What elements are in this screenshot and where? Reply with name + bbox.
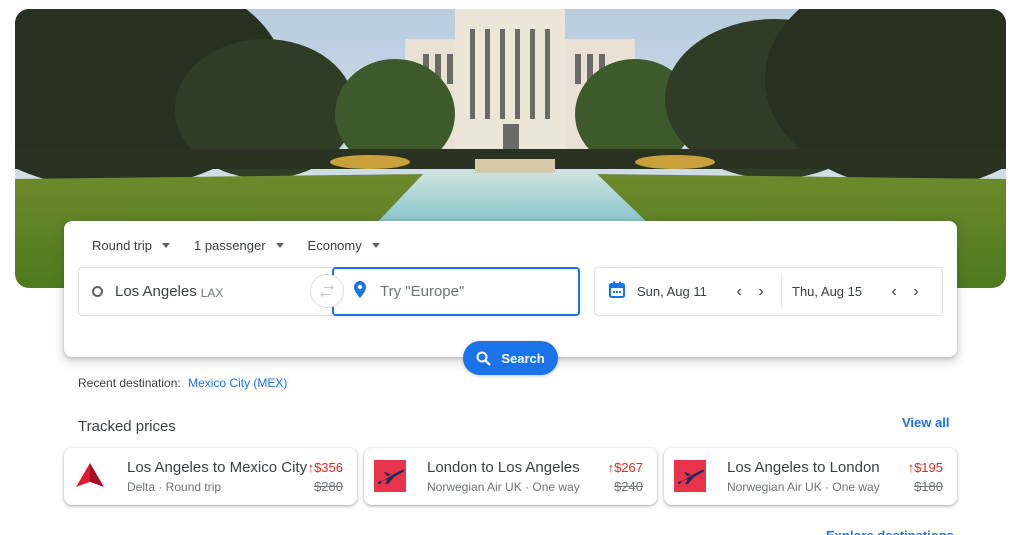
norwegian-airplane-logo-icon [374, 460, 406, 492]
tracked-route: Los Angeles to Mexico City [127, 459, 308, 476]
trip-type-label: Round trip [92, 238, 152, 253]
swap-locations-button[interactable] [310, 274, 344, 308]
tracked-price-card[interactable]: London to Los Angeles Norwegian Air UK ·… [364, 448, 657, 505]
recent-destination: Recent destination: Mexico City (MEX) [78, 376, 287, 390]
return-prev-day-button[interactable]: ‹ [888, 283, 900, 301]
tracked-old-price: $240 [614, 479, 643, 494]
tracked-current-price: ↑$267 [607, 460, 643, 475]
search-button[interactable]: Search [463, 341, 558, 375]
destination-placeholder: Try "Europe" [380, 283, 465, 300]
recent-destination-link[interactable]: Mexico City (MEX) [188, 376, 287, 390]
trip-type-dropdown[interactable]: Round trip [92, 238, 170, 253]
origin-input[interactable]: Los Angeles LAX [78, 267, 340, 316]
search-button-label: Search [501, 350, 545, 366]
departure-next-day-button[interactable]: › [755, 283, 767, 301]
tracked-price-card[interactable]: Los Angeles to London Norwegian Air UK ·… [664, 448, 957, 505]
swap-arrows-icon [320, 285, 334, 297]
origin-city: Los Angeles [115, 283, 197, 300]
tracked-current-price: ↑$195 [907, 460, 943, 475]
tracked-details: Norwegian Air UK · One way [427, 480, 580, 494]
departure-prev-day-button[interactable]: ‹ [733, 283, 745, 301]
search-options: Round trip 1 passenger Economy [92, 238, 380, 253]
explore-destinations-link[interactable]: Explore destinations [826, 528, 954, 535]
calendar-icon [609, 281, 625, 303]
flight-search-card: Round trip 1 passenger Economy Los Angel… [64, 221, 957, 375]
caret-down-icon [275, 243, 284, 248]
caret-down-icon [371, 243, 380, 248]
passengers-label: 1 passenger [193, 238, 266, 253]
destination-input[interactable]: Try "Europe" [332, 267, 580, 316]
recent-destination-label: Recent destination: [78, 376, 181, 390]
view-all-link[interactable]: View all [902, 415, 949, 430]
delta-logo-icon [76, 463, 104, 487]
tracked-route: Los Angeles to London [727, 459, 880, 476]
tracked-details: Norwegian Air UK · One way [727, 480, 880, 494]
tracked-route: London to Los Angeles [427, 459, 580, 476]
tracked-old-price: $280 [314, 479, 343, 494]
return-date-arrows: ‹ › [888, 283, 922, 301]
origin-circle-icon [92, 286, 103, 297]
tracked-prices-heading: Tracked prices [78, 418, 176, 435]
tracked-price-card[interactable]: Los Angeles to Mexico City Delta · Round… [64, 448, 357, 505]
caret-down-icon [161, 243, 170, 248]
tracked-current-price: ↑$356 [307, 460, 343, 475]
tracked-details: Delta · Round trip [127, 480, 222, 494]
cabin-class-label: Economy [307, 238, 362, 253]
date-divider [781, 275, 782, 308]
origin-code: LAX [200, 285, 224, 300]
norwegian-airplane-logo-icon [674, 460, 706, 492]
passengers-dropdown[interactable]: 1 passenger [194, 238, 284, 253]
tracked-old-price: $180 [914, 479, 943, 494]
location-pin-icon [354, 280, 366, 303]
return-next-day-button[interactable]: › [910, 283, 922, 301]
return-date[interactable]: Thu, Aug 15 [792, 284, 872, 299]
search-icon [476, 351, 492, 366]
departure-date-arrows: ‹ › [733, 283, 767, 301]
departure-date[interactable]: Sun, Aug 11 [637, 284, 717, 299]
date-selector: Sun, Aug 11 ‹ › Thu, Aug 15 ‹ › [594, 267, 943, 316]
cabin-class-dropdown[interactable]: Economy [308, 238, 380, 253]
